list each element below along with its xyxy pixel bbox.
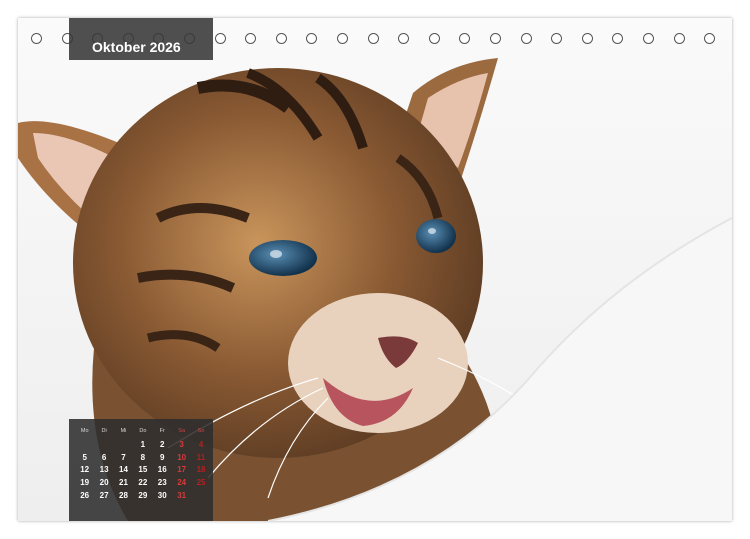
calendar-day: 5: [82, 452, 87, 462]
calendar-day: [114, 439, 133, 452]
calendar-day: [94, 439, 113, 452]
weekday-header: Mo: [80, 428, 89, 434]
calendar-day: 26: [80, 490, 90, 500]
month-title: Oktober 2026: [92, 39, 181, 55]
calendar-day: 25: [196, 478, 206, 488]
calendar-day: 24: [177, 478, 187, 488]
calendar-day: 14: [119, 465, 128, 475]
calendar-day: 30: [157, 490, 167, 500]
calendar-day: 18: [196, 465, 206, 475]
calendar-day: 23: [157, 478, 167, 488]
calendar-day: 21: [119, 478, 128, 488]
calendar-day: 22: [138, 478, 148, 488]
calendar-day: 16: [157, 465, 167, 475]
calendar-day: 8: [140, 452, 146, 462]
weekday-header: Mi: [120, 428, 127, 434]
calendar-day: 9: [160, 452, 165, 462]
calendar-day: 28: [119, 490, 128, 500]
calendar-day: 10: [177, 452, 187, 462]
weekday-header: So: [197, 428, 205, 434]
calendar-day: 20: [99, 478, 109, 488]
calendar-day: [191, 490, 210, 503]
calendar-day: 6: [101, 452, 107, 462]
calendar-day: 15: [138, 465, 148, 475]
weekday-header: Di: [101, 428, 107, 434]
calendar-day: 11: [196, 452, 206, 462]
calendar-day: 12: [80, 465, 90, 475]
calendar-day: 17: [177, 465, 187, 475]
calendar-day: 13: [99, 465, 109, 475]
calendar-day: 3: [179, 439, 184, 449]
weekday-header: Do: [139, 428, 147, 434]
month-header: Oktober 2026: [69, 18, 213, 60]
weekday-header: Fr: [159, 428, 165, 434]
calendar-day: 4: [198, 439, 204, 449]
calendar-day: 29: [138, 490, 148, 500]
calendar-day: 27: [99, 490, 109, 500]
calendar-day: 7: [121, 452, 126, 462]
calendar-day: [75, 439, 94, 452]
calendar-day: 2: [160, 439, 165, 449]
weekday-header: Sa: [178, 428, 186, 434]
calendar-day: 31: [177, 490, 187, 500]
month-calendar: Mo Di Mi Do Fr Sa So 1 2 3 4 5 6 7 8 9 10 11 12 13 14 15 16 17 1…: [69, 419, 213, 521]
calendar-day: 19: [80, 478, 90, 488]
calendar-day: 1: [140, 439, 146, 449]
calendar-grid: Mo Di Mi Do Fr Sa So 1 2 3 4 5 6 7 8 9 10 11 12 13 14 15 16 17 1…: [75, 426, 207, 503]
